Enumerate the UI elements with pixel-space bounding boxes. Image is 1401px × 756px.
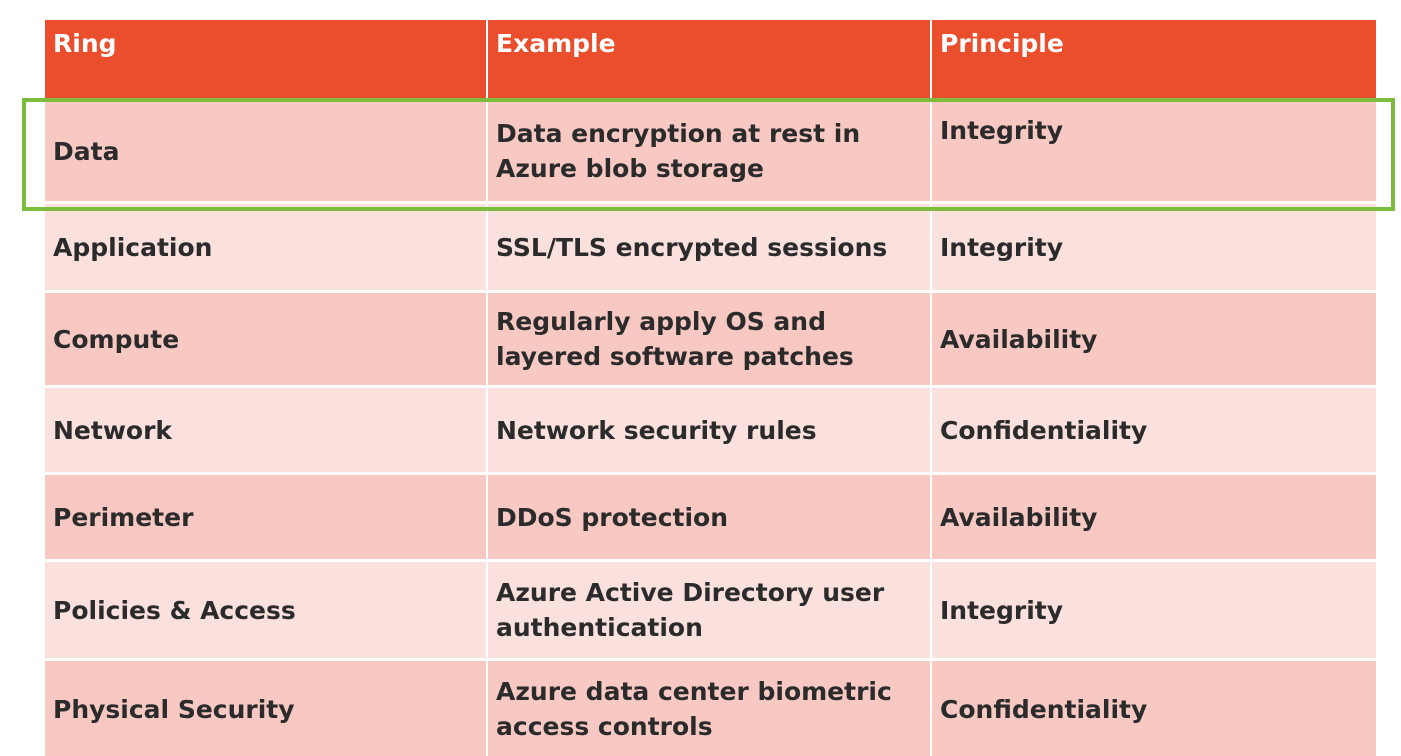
row-compute-example: Regularly apply OS and layered software … bbox=[488, 293, 932, 385]
row-network-principle: Confidentiality bbox=[932, 388, 1376, 472]
row-application-principle: Integrity bbox=[932, 204, 1376, 290]
header-example: Example bbox=[488, 20, 932, 98]
row-data-example: Data encryption at rest in Azure blob st… bbox=[488, 101, 932, 201]
row-network-example: Network security rules bbox=[488, 388, 932, 472]
row-perimeter-principle: Availability bbox=[932, 475, 1376, 559]
row-compute-ring: Compute bbox=[45, 293, 488, 385]
defense-in-depth-table: Ring Example Principle Data Data encrypt… bbox=[45, 20, 1376, 756]
row-policies-ring: Policies & Access bbox=[45, 562, 488, 658]
row-data-principle: Integrity bbox=[932, 101, 1376, 201]
row-data-ring: Data bbox=[45, 101, 488, 201]
row-network-ring: Network bbox=[45, 388, 488, 472]
row-perimeter-example: DDoS protection bbox=[488, 475, 932, 559]
row-compute-principle: Availability bbox=[932, 293, 1376, 385]
row-physical-ring: Physical Security bbox=[45, 661, 488, 756]
row-application-ring: Application bbox=[45, 204, 488, 290]
row-application-example: SSL/TLS encrypted sessions bbox=[488, 204, 932, 290]
row-policies-principle: Integrity bbox=[932, 562, 1376, 658]
slide: Ring Example Principle Data Data encrypt… bbox=[0, 0, 1401, 756]
row-physical-principle: Confidentiality bbox=[932, 661, 1376, 756]
header-principle: Principle bbox=[932, 20, 1376, 98]
header-ring: Ring bbox=[45, 20, 488, 98]
row-policies-example: Azure Active Directory user authenticati… bbox=[488, 562, 932, 658]
row-perimeter-ring: Perimeter bbox=[45, 475, 488, 559]
row-physical-example: Azure data center biometric access contr… bbox=[488, 661, 932, 756]
